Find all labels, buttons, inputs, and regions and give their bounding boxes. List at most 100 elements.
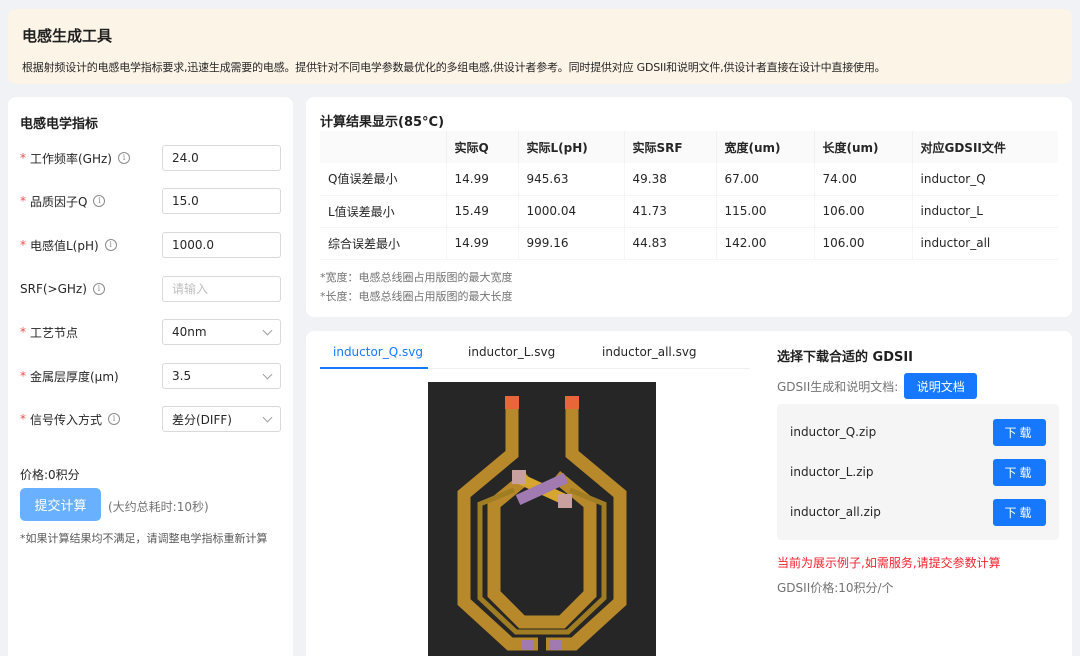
length-footnote: *长度：电感总线圈占用版图的最大长度 xyxy=(320,290,513,303)
form-row: * 工作频率(GHz) i xyxy=(20,145,282,171)
field-label-text: 金属层厚度(μm) xyxy=(30,369,119,384)
info-icon[interactable]: i xyxy=(108,413,121,425)
table-cell: inductor_Q xyxy=(912,163,1058,196)
required-mark: * xyxy=(20,412,26,426)
table-cell: 142.00 xyxy=(716,227,815,260)
port-left xyxy=(505,396,519,409)
info-icon[interactable]: i xyxy=(104,239,117,251)
table-cell: 999.16 xyxy=(518,227,625,260)
field-select[interactable]: 差分(DIFF) xyxy=(162,406,281,432)
table-cell: 67.00 xyxy=(716,163,815,196)
estimate-time: (大约总耗时:10秒) xyxy=(108,500,209,514)
form-row: * 品质因子Q i xyxy=(20,188,282,214)
download-button[interactable]: 下载 xyxy=(993,418,1046,446)
field-select[interactable]: 3.5 xyxy=(162,363,281,389)
column-header: 宽度(um) xyxy=(716,131,815,163)
download-button[interactable]: 下载 xyxy=(993,458,1046,486)
table-cell: L值误差最小 xyxy=(320,195,447,228)
column-header xyxy=(320,131,447,163)
download-item: inductor_Q.zip 下载 xyxy=(790,418,1046,446)
required-mark: * xyxy=(20,238,26,252)
field-input[interactable] xyxy=(162,188,281,214)
column-header: 对应GDSII文件 xyxy=(912,131,1058,163)
results-panel: 计算结果显示(85°C) 实际Q 实际L(pH) 实际SRF 宽度(um) 长度(um)… xyxy=(306,97,1072,317)
field-label: * 工作频率(GHz) i xyxy=(20,150,162,167)
active-tab-indicator xyxy=(320,367,428,369)
form-title: 电感电学指标 xyxy=(20,117,99,132)
via-left xyxy=(512,470,526,484)
table-cell: 49.38 xyxy=(624,163,717,196)
table-cell: inductor_all xyxy=(912,227,1058,260)
field-label-text: 工艺节点 xyxy=(30,325,79,340)
field-label: * 电感值L(pH) i xyxy=(20,237,162,254)
tab-inductor-q[interactable]: inductor_Q.svg xyxy=(333,345,423,359)
port-right xyxy=(565,396,579,409)
column-header: 实际Q xyxy=(446,131,519,163)
info-icon[interactable]: i xyxy=(118,152,130,164)
doc-button[interactable]: 说明文档 xyxy=(904,373,978,399)
chevron-down-icon xyxy=(262,325,273,335)
download-title: 选择下载合适的 GDSII xyxy=(777,350,914,365)
field-select[interactable]: 40nm xyxy=(162,319,281,345)
field-label: * 信号传入方式 i xyxy=(20,411,162,428)
table-cell: 115.00 xyxy=(716,195,815,228)
page-description: 根据射频设计的电感电学指标要求,迅速生成需要的电感。提供针对不同电学参数最优化的… xyxy=(22,61,886,74)
inductor-layout-svg xyxy=(457,396,627,651)
file-name: inductor_Q.zip xyxy=(790,425,877,439)
doc-label: GDSII生成和说明文档: xyxy=(777,379,899,394)
field-input[interactable] xyxy=(162,145,281,171)
page-title: 电感生成工具 xyxy=(22,27,113,45)
select-value: 差分(DIFF) xyxy=(172,412,232,427)
download-item: inductor_all.zip 下载 xyxy=(790,498,1046,526)
file-name: inductor_L.zip xyxy=(790,465,874,479)
file-name: inductor_all.zip xyxy=(790,505,881,519)
download-button[interactable]: 下载 xyxy=(993,498,1046,526)
required-mark: * xyxy=(20,325,26,339)
via-right xyxy=(558,494,572,508)
field-label-text: SRF(>GHz) xyxy=(20,282,87,296)
column-header: 实际SRF xyxy=(624,131,717,163)
table-cell: 44.83 xyxy=(624,227,717,260)
field-label: * 工艺节点 xyxy=(20,324,162,341)
column-header: 实际L(pH) xyxy=(518,131,625,163)
field-label: * 金属层厚度(μm) xyxy=(20,368,162,385)
field-label-text: 信号传入方式 xyxy=(30,412,103,427)
table-cell: 106.00 xyxy=(814,195,913,228)
table-row: L值误差最小 15.49 1000.04 41.73 115.00 106.00 induc… xyxy=(320,195,1058,228)
download-list: inductor_Q.zip 下载 inductor_L.zip 下载 indu… xyxy=(777,404,1059,540)
price-label: 价格:0积分 xyxy=(20,468,80,482)
gdsii-price: GDSII价格:10积分/个 xyxy=(777,581,894,595)
layout-viewer-panel: inductor_Q.svg inductor_L.svg inductor_a… xyxy=(306,331,1072,656)
table-cell: 74.00 xyxy=(814,163,913,196)
required-mark: * xyxy=(20,151,26,165)
chevron-down-icon xyxy=(262,412,273,422)
svg-tabs: inductor_Q.svg inductor_L.svg inductor_a… xyxy=(320,339,750,369)
table-cell: 14.99 xyxy=(446,163,519,196)
form-row: SRF(>GHz) i xyxy=(20,276,282,302)
field-label-text: 品质因子Q xyxy=(30,194,88,209)
via-bottom-left xyxy=(522,640,534,650)
form-row: * 金属层厚度(μm) 3.5 xyxy=(20,363,282,389)
table-row: Q值误差最小 14.99 945.63 49.38 67.00 74.00 inductor… xyxy=(320,163,1058,196)
field-input[interactable] xyxy=(162,276,281,302)
tab-inductor-l[interactable]: inductor_L.svg xyxy=(468,345,555,359)
field-label-text: 电感值L(pH) xyxy=(30,238,99,253)
results-title: 计算结果显示(85°C) xyxy=(320,115,445,130)
download-item: inductor_L.zip 下载 xyxy=(790,458,1046,486)
submit-calc-button[interactable]: 提交计算 xyxy=(20,488,101,521)
required-mark: * xyxy=(20,369,26,383)
chevron-down-icon xyxy=(262,369,273,379)
table-cell: 15.49 xyxy=(446,195,519,228)
column-header: 长度(um) xyxy=(814,131,913,163)
info-icon[interactable]: i xyxy=(92,283,105,295)
form-row: * 信号传入方式 i 差分(DIFF) xyxy=(20,406,282,432)
form-note: *如果计算结果均不满足，请调整电学指标重新计算 xyxy=(20,532,268,545)
info-icon[interactable]: i xyxy=(93,195,106,207)
select-value: 3.5 xyxy=(172,369,192,383)
field-input[interactable] xyxy=(162,232,281,258)
form-row: * 电感值L(pH) i xyxy=(20,232,282,258)
tab-inductor-all[interactable]: inductor_all.svg xyxy=(602,345,697,359)
inductor-layout-view xyxy=(428,382,656,656)
field-label: SRF(>GHz) i xyxy=(20,282,162,296)
field-label: * 品质因子Q i xyxy=(20,193,162,210)
